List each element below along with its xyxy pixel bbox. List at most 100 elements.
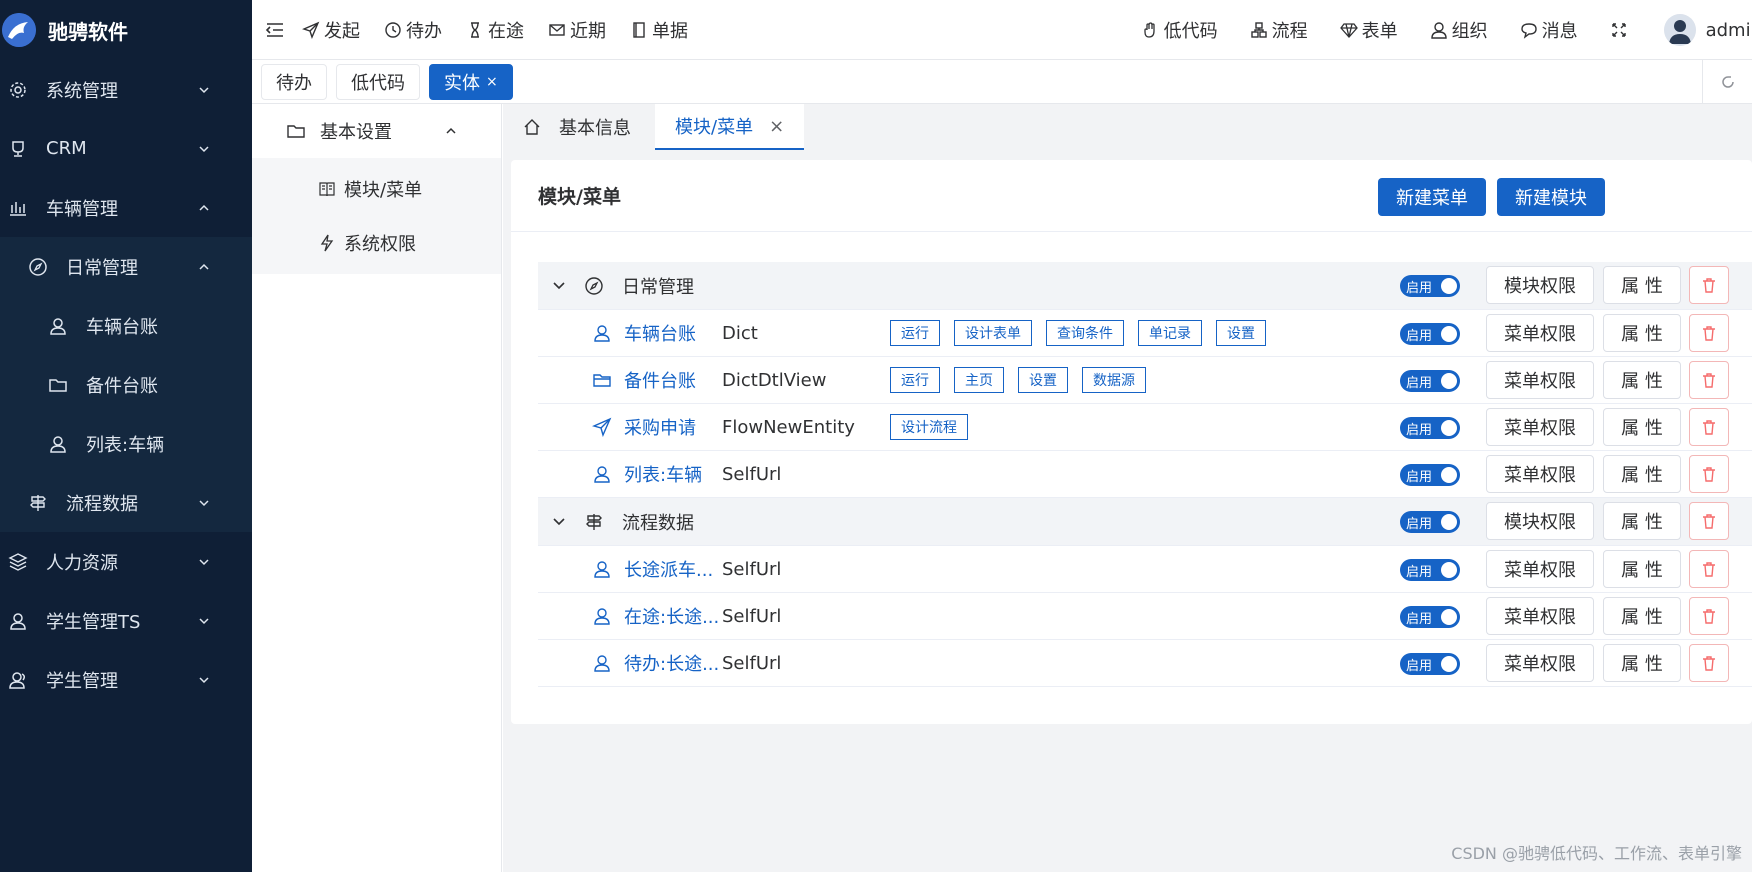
permission-button[interactable]: 菜单权限 — [1486, 550, 1594, 588]
delete-button[interactable] — [1689, 597, 1729, 635]
sidebar-item-student-ts[interactable]: 学生管理TS — [0, 591, 252, 650]
delete-button[interactable] — [1689, 502, 1729, 540]
properties-button[interactable]: 属 性 — [1603, 361, 1681, 399]
sidebar-item-system[interactable]: 系统管理 — [0, 60, 252, 119]
module-row[interactable]: 日常管理 启用 模块权限属 性 — [538, 262, 1752, 310]
permission-button[interactable]: 菜单权限 — [1486, 597, 1594, 635]
sidebar-item-flow-data[interactable]: 流程数据 — [0, 473, 252, 532]
avatar[interactable] — [1663, 14, 1696, 46]
header-link-flow[interactable]: 流程 — [1250, 17, 1308, 43]
close-icon[interactable]: × — [769, 116, 784, 137]
module-card: 模块/菜单 新建菜单 新建模块 日常管理 启用 模块权限属 性车辆台账 Dict 运行设… — [511, 160, 1752, 724]
properties-button[interactable]: 属 性 — [1603, 314, 1681, 352]
properties-button[interactable]: 属 性 — [1603, 266, 1681, 304]
delete-button[interactable] — [1689, 361, 1729, 399]
menu-name-link[interactable]: 车辆台账 — [624, 320, 722, 346]
new-module-button[interactable]: 新建模块 — [1497, 178, 1605, 216]
menu-name-link[interactable]: 列表:车辆 — [624, 461, 722, 487]
header-link-inprogress[interactable]: 在途 — [466, 17, 524, 43]
sidebar-item-label: 备件台账 — [86, 375, 158, 397]
enable-switch[interactable]: 启用 — [1400, 653, 1460, 675]
sidebar-item-hr[interactable]: 人力资源 — [0, 532, 252, 591]
chevron-down-icon — [198, 497, 210, 509]
menu-action-tag[interactable]: 设置 — [1216, 320, 1266, 346]
menu-name-link[interactable]: 长途派车... — [624, 556, 722, 582]
refresh-button[interactable] — [1702, 60, 1752, 104]
sidebar-item-parts-ledger[interactable]: 备件台账 — [0, 355, 252, 414]
permission-button[interactable]: 菜单权限 — [1486, 314, 1594, 352]
fullscreen-button[interactable] — [1610, 21, 1632, 39]
permission-button[interactable]: 菜单权限 — [1486, 644, 1594, 682]
menu-action-tag[interactable]: 主页 — [954, 367, 1004, 393]
menu-name-link[interactable]: 备件台账 — [624, 367, 722, 393]
enable-switch[interactable]: 启用 — [1400, 559, 1460, 581]
menu-fold-icon[interactable] — [264, 19, 286, 41]
header-link-form[interactable]: 表单 — [1339, 17, 1398, 43]
tab-lowcode[interactable]: 低代码 — [336, 63, 420, 100]
settings-group-basic[interactable]: 基本设置 — [252, 104, 501, 158]
sidebar-item-vehicle-list[interactable]: 列表:车辆 — [0, 414, 252, 473]
module-row[interactable]: 流程数据 启用 模块权限属 性 — [538, 498, 1752, 546]
menu-action-tag[interactable]: 运行 — [890, 320, 940, 346]
sidebar-item-student[interactable]: 学生管理 — [0, 650, 252, 709]
properties-button[interactable]: 属 性 — [1603, 597, 1681, 635]
header-link-todo[interactable]: 待办 — [384, 17, 442, 43]
close-icon[interactable]: × — [486, 74, 498, 90]
properties-button[interactable]: 属 性 — [1603, 502, 1681, 540]
enable-switch[interactable]: 启用 — [1400, 511, 1460, 533]
delete-button[interactable] — [1689, 455, 1729, 493]
sidebar-item-crm[interactable]: CRM — [0, 119, 252, 178]
enable-switch[interactable]: 启用 — [1400, 464, 1460, 486]
properties-button[interactable]: 属 性 — [1603, 644, 1681, 682]
properties-button[interactable]: 属 性 — [1603, 455, 1681, 493]
menu-action-tag[interactable]: 单记录 — [1138, 320, 1202, 346]
trash-icon — [1700, 276, 1718, 294]
new-menu-button[interactable]: 新建菜单 — [1378, 178, 1486, 216]
user-name[interactable]: admin — [1706, 20, 1752, 41]
tab-module-menu[interactable]: 模块/菜单 × — [655, 104, 805, 150]
properties-button[interactable]: 属 性 — [1603, 408, 1681, 446]
permission-button[interactable]: 菜单权限 — [1486, 455, 1594, 493]
delete-button[interactable] — [1689, 408, 1729, 446]
menu-name-link[interactable]: 采购申请 — [624, 414, 722, 440]
settings-item-permissions[interactable]: 系统权限 — [252, 216, 501, 270]
sidebar-item-vehicle-ledger[interactable]: 车辆台账 — [0, 296, 252, 355]
menu-name-link[interactable]: 待办:长途... — [624, 650, 722, 676]
delete-button[interactable] — [1689, 266, 1729, 304]
permission-button[interactable]: 菜单权限 — [1486, 361, 1594, 399]
header-link-recent[interactable]: 近期 — [548, 17, 606, 43]
menu-action-tag[interactable]: 设置 — [1018, 367, 1068, 393]
chevron-down-icon — [198, 84, 210, 96]
delete-button[interactable] — [1689, 314, 1729, 352]
enable-switch[interactable]: 启用 — [1400, 323, 1460, 345]
menu-name-link[interactable]: 在途:长途... — [624, 603, 722, 629]
properties-button[interactable]: 属 性 — [1603, 550, 1681, 588]
menu-action-tag[interactable]: 数据源 — [1082, 367, 1146, 393]
delete-button[interactable] — [1689, 644, 1729, 682]
menu-action-tag[interactable]: 运行 — [890, 367, 940, 393]
delete-button[interactable] — [1689, 550, 1729, 588]
menu-action-tag[interactable]: 设计表单 — [954, 320, 1032, 346]
permission-button[interactable]: 菜单权限 — [1486, 408, 1594, 446]
header-link-start[interactable]: 发起 — [302, 17, 360, 43]
header-link-lowcode[interactable]: 低代码 — [1142, 17, 1218, 43]
enable-switch[interactable]: 启用 — [1400, 417, 1460, 439]
tab-todo[interactable]: 待办 — [261, 63, 327, 100]
tab-entity[interactable]: 实体 × — [429, 63, 513, 100]
permission-button[interactable]: 模块权限 — [1486, 502, 1594, 540]
header-link-org[interactable]: 组织 — [1430, 17, 1488, 43]
sidebar-item-vehicle[interactable]: 车辆管理 — [0, 178, 252, 237]
menu-action-tag[interactable]: 查询条件 — [1046, 320, 1124, 346]
tab-basic-info[interactable]: 基本信息 — [503, 104, 651, 150]
enable-switch[interactable]: 启用 — [1400, 275, 1460, 297]
enable-switch[interactable]: 启用 — [1400, 606, 1460, 628]
permission-button[interactable]: 模块权限 — [1486, 266, 1594, 304]
header-link-docs[interactable]: 单据 — [630, 17, 688, 43]
settings-item-module-menu[interactable]: 模块/菜单 — [252, 162, 501, 216]
enable-switch[interactable]: 启用 — [1400, 370, 1460, 392]
sidebar-item-daily[interactable]: 日常管理 — [0, 237, 252, 296]
caret-down-icon[interactable] — [552, 515, 566, 529]
caret-down-icon[interactable] — [552, 279, 566, 293]
menu-action-tag[interactable]: 设计流程 — [890, 414, 968, 440]
header-link-messages[interactable]: 消息 — [1520, 17, 1578, 43]
